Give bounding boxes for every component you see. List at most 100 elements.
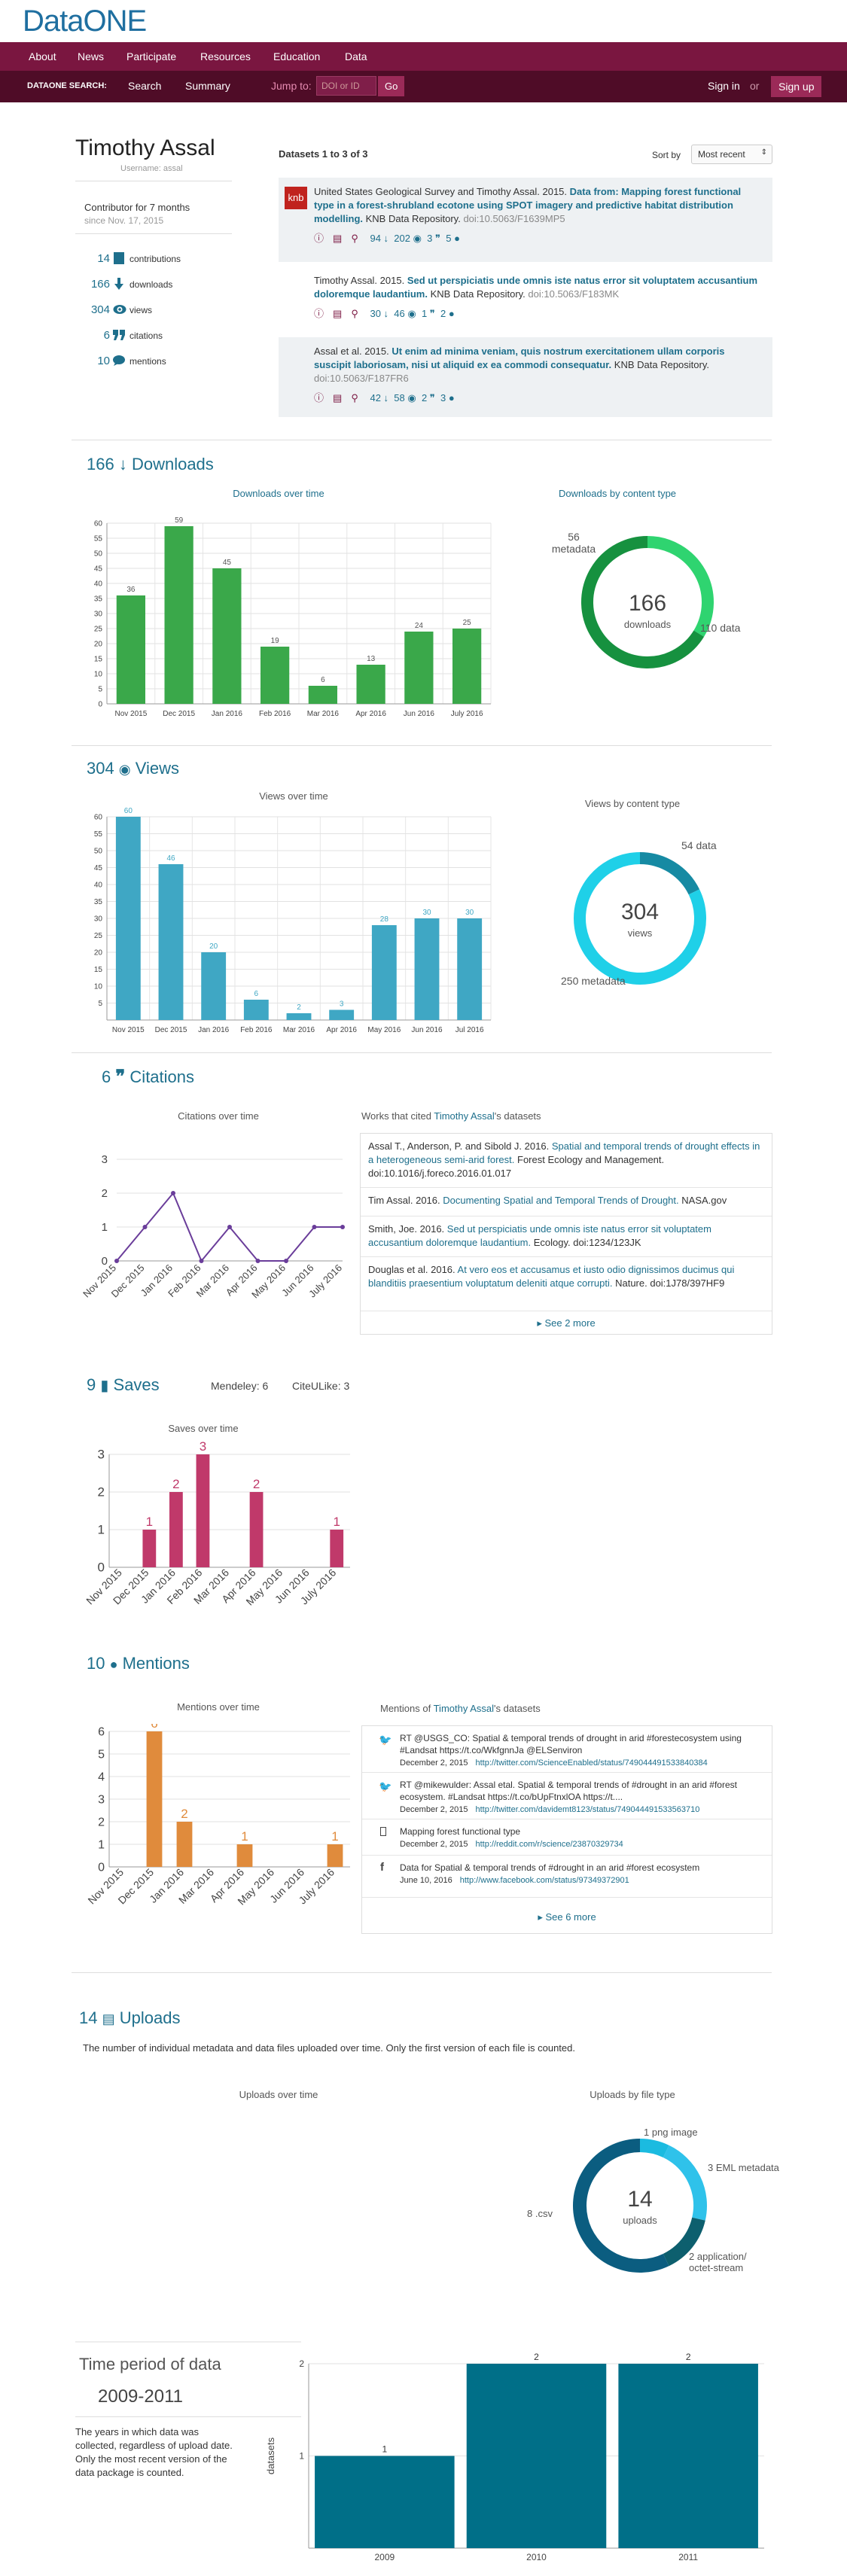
donut-center-label: views — [627, 927, 653, 939]
go-button[interactable]: Go — [378, 76, 405, 96]
map-pin-icon[interactable]: ⚲ — [351, 308, 358, 319]
x-tick-label: Mar 2016 — [283, 1026, 315, 1034]
see-more-mentions-link[interactable]: ▸ See 6 more — [362, 1911, 772, 1923]
document-icon[interactable]: ▤ — [333, 233, 342, 244]
y-tick-label: 55 — [94, 830, 103, 839]
bar — [196, 1454, 210, 1567]
bar — [356, 665, 385, 704]
map-pin-icon[interactable]: ⚲ — [351, 233, 358, 244]
bar — [142, 1530, 157, 1567]
list-item[interactable]: Tim Assal. 2016. Documenting Spatial and… — [361, 1188, 772, 1216]
list-item[interactable]: Assal T., Anderson, P. and Sibold J. 201… — [361, 1134, 772, 1188]
data-label: 46 — [166, 854, 175, 863]
y-tick-label: 45 — [94, 864, 103, 872]
donut-label-data: 110 data — [700, 622, 741, 634]
data-label: 59 — [175, 516, 184, 525]
summary-link[interactable]: Summary — [185, 80, 230, 92]
bar — [243, 1000, 269, 1020]
data-label: 1 — [146, 1515, 153, 1529]
document-icon[interactable]: ▤ — [333, 392, 342, 403]
nav-about[interactable]: About — [29, 50, 56, 62]
info-icon[interactable]: ⓘ — [314, 308, 324, 319]
downloads-chart: 0 5 10 15 20 25 30 35 40 45 50 55 60 36 Nov 2015 59 Dec … — [94, 516, 492, 718]
nav-resources[interactable]: Resources — [200, 50, 251, 62]
y-tick-label: 15 — [94, 966, 103, 974]
y-tick-label: 30 — [94, 915, 103, 923]
data-label: 2 — [181, 1807, 187, 1821]
list-item[interactable]: f Data for Spatial & temporal trends of #… — [362, 1856, 772, 1898]
bar — [115, 817, 141, 1020]
nav-participate[interactable]: Participate — [126, 50, 176, 62]
downloads-heading: 166 ↓ Downloads — [87, 455, 214, 473]
profile-stats: 14 contributions 166 downloads 304 views… — [90, 252, 181, 367]
bar — [286, 1013, 312, 1020]
list-item[interactable]: 🐦 RT @USGS_CO: Spatial & temporal trends … — [362, 1726, 772, 1773]
dataset-item[interactable]: knb United States Geological Survey and … — [279, 178, 772, 262]
sign-up-button[interactable]: Sign up — [771, 76, 822, 97]
data-label: 1 — [331, 1829, 338, 1844]
dataset-item[interactable]: Timothy Assal. 2015. Sed ut perspiciatis… — [279, 266, 772, 333]
data-point — [114, 1259, 119, 1263]
document-icon[interactable]: ▤ — [333, 308, 342, 319]
y-tick-label: 3 — [98, 1448, 105, 1462]
y-tick-label: 40 — [94, 580, 103, 588]
x-tick-label: Jul 2016 — [455, 1026, 484, 1034]
y-tick-label: 20 — [94, 640, 103, 648]
see-more-citations-link[interactable]: ▸ See 2 more — [361, 1317, 772, 1329]
y-tick-label: 15 — [94, 655, 103, 663]
period-range: 2009-2011 — [98, 2386, 183, 2407]
bar — [466, 2364, 607, 2548]
x-tick-label: Feb 2016 — [240, 1026, 273, 1034]
contributor-duration: Contributor for 7 months — [84, 202, 190, 213]
works-title: Works that cited Timothy Assal's dataset… — [361, 1110, 541, 1122]
info-icon[interactable]: ⓘ — [314, 233, 324, 244]
list-item[interactable]: Smith, Joe. 2016. Sed ut perspiciatis un… — [361, 1216, 772, 1257]
data-point — [142, 1225, 148, 1229]
y-tick-label: 45 — [94, 565, 103, 573]
donut-center-value: 14 — [627, 2187, 653, 2212]
bar — [201, 952, 227, 1020]
sort-select[interactable]: Most recent ⇕ — [691, 145, 772, 164]
info-icon[interactable]: ⓘ — [314, 392, 324, 403]
contributions-icon — [114, 252, 124, 264]
map-pin-icon[interactable]: ⚲ — [351, 392, 358, 403]
bar — [404, 632, 434, 704]
reddit-icon — [380, 1827, 386, 1836]
dataset-item[interactable]: Assal et al. 2015. Ut enim ad minima ven… — [279, 337, 772, 417]
bar — [452, 629, 482, 704]
list-item[interactable]: Douglas et al. 2016. At vero eos et accu… — [361, 1257, 772, 1311]
or-text: or — [750, 80, 760, 92]
uploads-heading: 14 ▤ Uploads — [79, 2008, 181, 2027]
x-tick-label: Jan 2016 — [212, 710, 243, 718]
data-label: 1 — [382, 2444, 387, 2455]
search-link[interactable]: Search — [128, 80, 161, 92]
data-label: 2 — [297, 1003, 301, 1012]
nav-data[interactable]: Data — [345, 50, 367, 62]
y-tick-label: 40 — [94, 881, 103, 889]
list-item[interactable]: Mapping forest functional type December 2… — [362, 1819, 772, 1856]
uploads-description: The number of individual metadata and da… — [83, 2042, 575, 2054]
twitter-icon: 🐦 — [379, 1734, 392, 1746]
nav-education[interactable]: Education — [273, 50, 320, 62]
list-item[interactable]: 🐦 RT @mikewulder: Assal etal. Spatial & t… — [362, 1773, 772, 1819]
sign-in-link[interactable]: Sign in — [708, 80, 740, 92]
profile-username: Username: assal — [120, 164, 183, 173]
donut-center-value: 166 — [628, 591, 667, 616]
y-tick-label: 5 — [98, 1000, 102, 1008]
donut-center-label: uploads — [623, 2215, 657, 2226]
x-tick-label: 2009 — [374, 2552, 395, 2562]
period-description: The years in which data was collected, r… — [75, 2426, 233, 2478]
contributor-since: since Nov. 17, 2015 — [84, 215, 164, 226]
dataone-logo[interactable]: DataONE — [23, 5, 147, 38]
data-label: 3 — [200, 1439, 206, 1454]
y-tick-label: 25 — [94, 625, 103, 633]
y-tick-label: 55 — [94, 534, 103, 543]
search-label: DATAONE SEARCH: — [27, 81, 107, 90]
nav-news[interactable]: News — [78, 50, 104, 62]
views-chart: 5 10 15 20 25 30 35 40 45 50 55 60 60 Nov 2015 46 Dec 2… — [94, 807, 492, 1034]
y-tick-label: 35 — [94, 595, 103, 603]
doi-input[interactable]: DOI or ID — [316, 76, 376, 96]
y-tick-label: 2 — [299, 2358, 304, 2369]
x-tick-label: 2011 — [678, 2552, 698, 2562]
donut-center-value: 304 — [620, 900, 660, 924]
